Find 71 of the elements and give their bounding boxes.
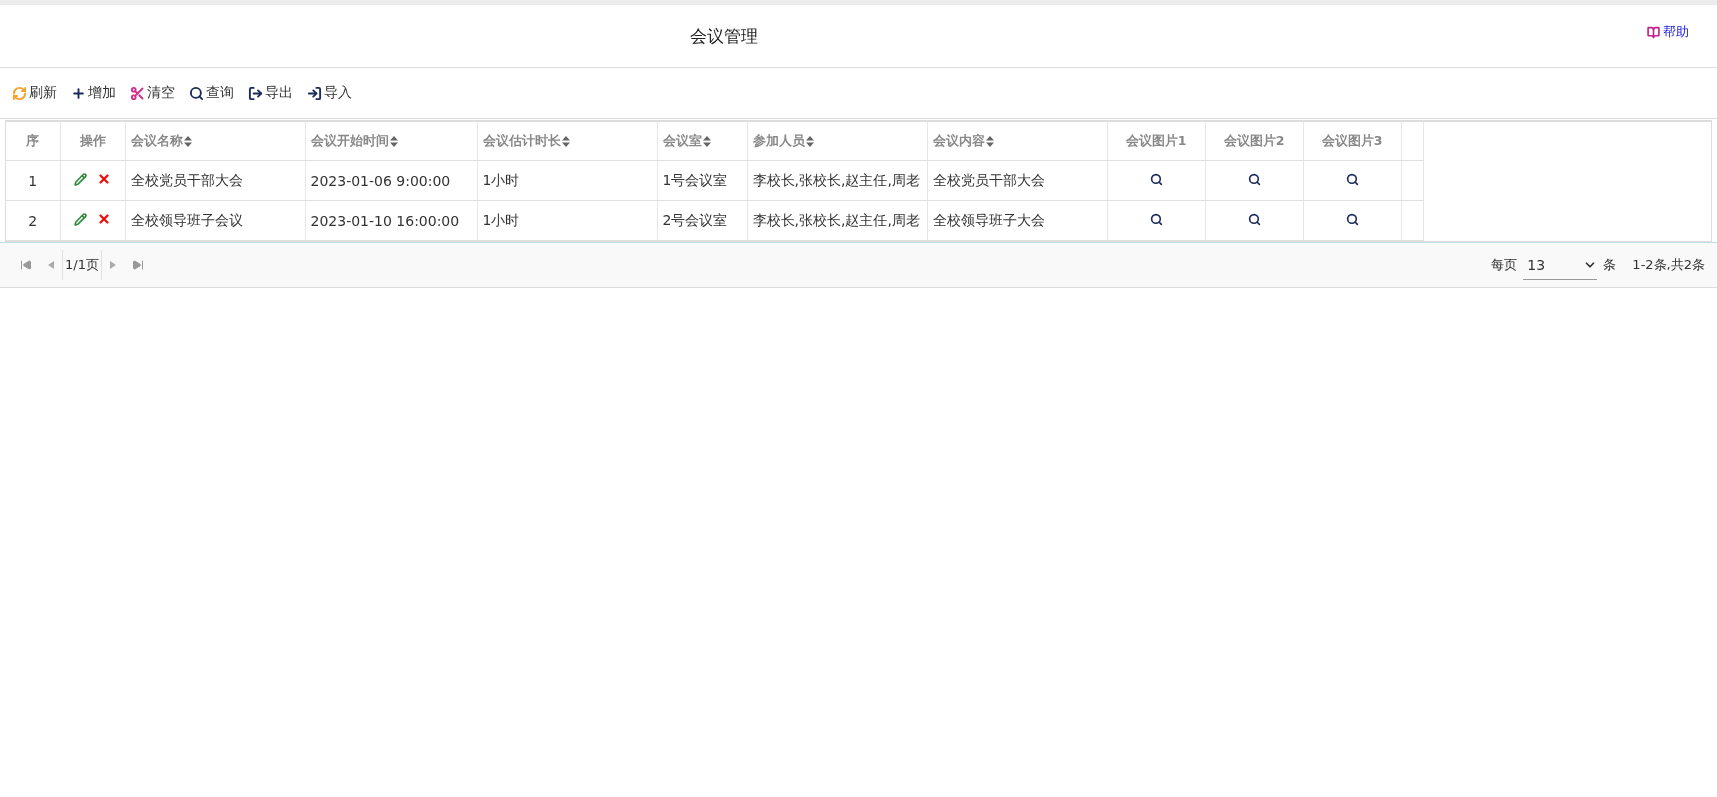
view-image-icon[interactable] (1149, 172, 1163, 186)
view-image-icon[interactable] (1345, 172, 1359, 186)
refresh-icon (12, 85, 27, 101)
per-page-label: 每页 (1491, 256, 1518, 274)
table-cell: 李校长,张校长,赵主任,周老 (747, 200, 927, 241)
add-button[interactable]: 增加 (71, 84, 116, 102)
column-header[interactable]: 会议内容 (927, 122, 1107, 161)
column-header: 会议图片3 (1303, 122, 1401, 161)
table-cell: 2023-01-10 16:00:00 (305, 200, 477, 241)
sort-icon[interactable] (985, 135, 994, 147)
per-page-select[interactable]: 13 (1523, 250, 1598, 280)
refresh-button[interactable]: 刷新 (12, 84, 57, 102)
column-label: 参加人员 (752, 132, 805, 150)
column-label: 会议估计时长 (482, 132, 561, 150)
table-cell: 全校领导班子会议 (125, 200, 305, 241)
help-link[interactable]: 帮助 (1647, 23, 1689, 41)
book-icon (1647, 25, 1660, 39)
column-header[interactable]: 会议估计时长 (477, 122, 657, 161)
sort-icon[interactable] (702, 135, 711, 147)
column-header: 会议图片2 (1205, 122, 1303, 161)
view-image-icon[interactable] (1149, 212, 1163, 226)
table-cell: 1小时 (477, 160, 657, 201)
table-cell: 李校长,张校长,赵主任,周老 (747, 160, 927, 201)
record-summary: 1-2条,共2条 (1632, 256, 1705, 274)
import-icon (307, 85, 322, 101)
page-title: 会议管理 (689, 24, 758, 48)
edit-icon[interactable] (74, 172, 87, 186)
column-label: 会议开始时间 (310, 132, 389, 150)
table-cell: 2号会议室 (657, 200, 747, 241)
column-header: 操作 (60, 122, 125, 161)
view-image-icon[interactable] (1247, 212, 1261, 226)
delete-icon[interactable] (97, 212, 111, 227)
skip-forward-icon (131, 259, 144, 271)
column-label: 会议内容 (932, 132, 985, 150)
column-header[interactable]: 会议名称 (125, 122, 305, 161)
scissors-icon (130, 85, 145, 101)
export-button[interactable]: 导出 (248, 84, 293, 102)
table-cell: 全校领导班子大会 (927, 200, 1107, 241)
per-page-unit: 条 (1603, 256, 1617, 274)
sort-icon[interactable] (183, 135, 192, 147)
table-cell: 2023-01-06 9:00:00 (305, 160, 477, 201)
clear-button[interactable]: 清空 (130, 84, 175, 102)
search-icon (189, 85, 204, 101)
table-cell: 全校党员干部大会 (927, 160, 1107, 201)
sort-icon[interactable] (389, 135, 398, 147)
delete-icon[interactable] (97, 172, 111, 187)
right-triangle-icon (109, 261, 116, 269)
table-cell: 1号会议室 (657, 160, 747, 201)
table-cell: 1小时 (477, 200, 657, 241)
table-cell: 1 (6, 160, 60, 201)
left-triangle-icon (48, 261, 54, 269)
sort-icon[interactable] (805, 135, 814, 147)
view-image-icon[interactable] (1247, 172, 1261, 186)
page-indicator: 1/1页 (62, 250, 102, 280)
plus-icon (71, 85, 86, 101)
table-cell: 全校党员干部大会 (125, 160, 305, 201)
skip-back-icon (20, 259, 32, 271)
column-header[interactable]: 参加人员 (747, 122, 927, 161)
column-label: 会议室 (662, 132, 702, 150)
view-image-icon[interactable] (1345, 212, 1359, 226)
column-label: 会议名称 (130, 132, 183, 150)
edit-icon[interactable] (74, 212, 87, 226)
export-icon (248, 85, 263, 101)
table-cell: 2 (6, 200, 60, 241)
column-header[interactable]: 会议开始时间 (305, 122, 477, 161)
import-button[interactable]: 导入 (307, 84, 352, 102)
column-header: 序 (6, 122, 60, 161)
column-header: 会议图片1 (1107, 122, 1205, 161)
sort-icon[interactable] (561, 135, 570, 147)
column-header[interactable]: 会议室 (657, 122, 747, 161)
query-button[interactable]: 查询 (189, 84, 234, 102)
